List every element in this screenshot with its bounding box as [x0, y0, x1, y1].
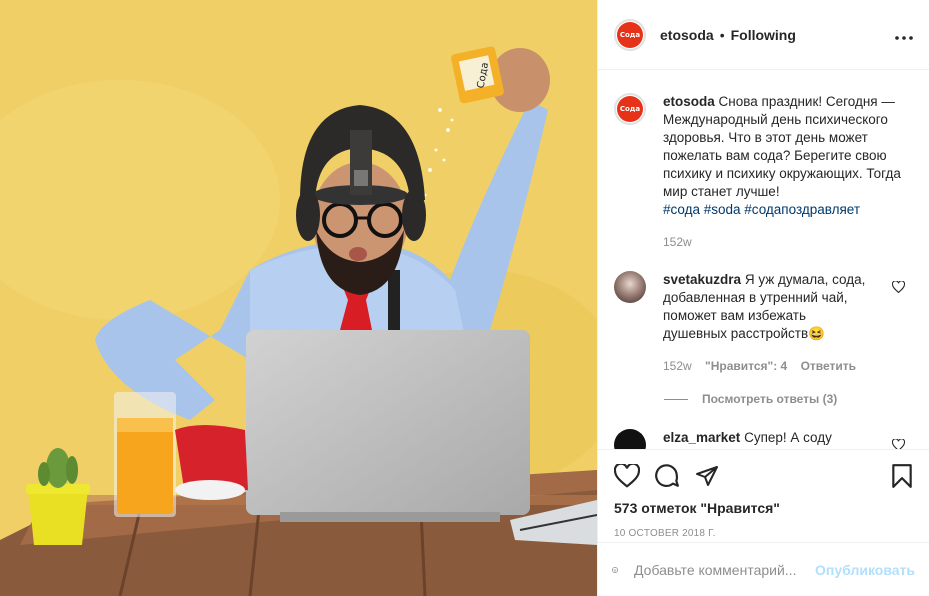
caption-text: Снова праздник! Сегодня — Международный … — [663, 94, 901, 199]
post-actions: 573 отметок "Нравится" 10 OCTOBER 2018 Г… — [598, 449, 929, 539]
photo-illustration: Сода — [0, 0, 597, 596]
bookmark-icon[interactable] — [891, 463, 913, 489]
share-icon[interactable] — [694, 464, 720, 488]
comment-likes[interactable]: "Нравится": 4 — [705, 359, 787, 373]
post-side-panel: Сода etosoda • Following Сода etosoda Сн… — [597, 0, 929, 596]
publish-button[interactable]: Опубликовать — [815, 562, 915, 578]
heart-icon[interactable] — [614, 464, 640, 488]
caption-username[interactable]: etosoda — [663, 94, 715, 109]
caption-time[interactable]: 152w — [663, 235, 692, 249]
commenter-avatar[interactable] — [614, 429, 646, 449]
emoji-icon[interactable] — [612, 558, 618, 582]
comment-input[interactable] — [634, 561, 816, 578]
comment-item: svetakuzdra Я уж думала, сода, добавленн… — [614, 271, 913, 375]
author-username[interactable]: etosoda — [660, 27, 714, 43]
comment-username[interactable]: svetakuzdra — [663, 272, 741, 287]
replies-divider — [664, 398, 688, 400]
logo-text: Сода — [619, 30, 641, 39]
comment-like-icon[interactable] — [892, 439, 905, 449]
instagram-post-modal: Сода Сода etosoda • Following Сода etoso… — [0, 0, 929, 596]
following-button[interactable]: Following — [731, 27, 796, 43]
caption-body: etosoda Снова праздник! Сегодня — Междун… — [663, 93, 913, 251]
author-avatar[interactable]: Сода — [614, 18, 646, 51]
add-comment-bar: Опубликовать — [598, 542, 929, 596]
post-header: Сода etosoda • Following — [598, 0, 929, 70]
caption-logo-text: Сода — [619, 105, 641, 113]
comment-body: elza_market Супер! А соду — [663, 429, 832, 449]
likes-count[interactable]: 573 отметок "Нравится" — [614, 500, 913, 516]
action-icons — [614, 462, 913, 490]
soda-logo: Сода — [617, 21, 643, 48]
caption: Сода etosoda Снова праздник! Сегодня — М… — [614, 93, 913, 251]
comment-text: Супер! А соду — [744, 430, 832, 445]
follow-separator: • — [719, 26, 725, 43]
more-icon[interactable] — [895, 29, 913, 40]
commenter-avatar[interactable] — [614, 271, 646, 303]
post-date[interactable]: 10 OCTOBER 2018 Г. — [614, 528, 913, 539]
caption-meta: 152w — [663, 233, 913, 251]
reply-button[interactable]: Ответить — [801, 359, 856, 373]
comment-icon[interactable] — [654, 463, 680, 489]
view-replies[interactable]: Посмотреть ответы (3) — [664, 392, 837, 406]
post-photo[interactable]: Сода — [0, 0, 597, 596]
view-replies-label[interactable]: Посмотреть ответы (3) — [702, 392, 837, 406]
comments-list[interactable]: Сода etosoda Снова праздник! Сегодня — М… — [598, 71, 929, 449]
comment-body: svetakuzdra Я уж думала, сода, добавленн… — [663, 271, 873, 375]
comment-item: elza_market Супер! А соду — [614, 429, 913, 449]
caption-avatar[interactable]: Сода — [614, 93, 646, 125]
comment-time[interactable]: 152w — [663, 359, 692, 373]
comment-like-icon[interactable] — [892, 281, 905, 293]
caption-hashtags[interactable]: #сода #soda #содапоздравляет — [663, 202, 860, 217]
comment-username[interactable]: elza_market — [663, 430, 740, 445]
comment-meta: 152w "Нравится": 4 Ответить — [663, 357, 873, 375]
